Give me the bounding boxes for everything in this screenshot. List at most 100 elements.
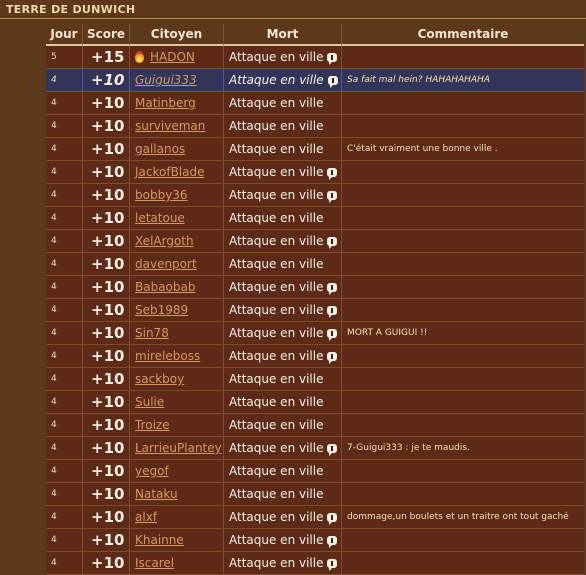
header-commentaire: Commentaire: [341, 24, 584, 46]
score-cell: +10: [82, 184, 129, 207]
message-bubble-icon[interactable]: [327, 513, 338, 525]
message-bubble-icon[interactable]: [327, 536, 338, 548]
citizen-cell: davenport: [129, 253, 223, 276]
citizen-link[interactable]: surviveman: [135, 119, 205, 133]
day-cell: 4: [46, 391, 82, 414]
day-cell: 4: [46, 322, 82, 345]
message-bubble-icon[interactable]: [327, 76, 338, 88]
comment-cell: [341, 529, 584, 552]
score-cell: +10: [82, 483, 129, 506]
message-bubble-icon[interactable]: [327, 283, 338, 295]
table-row: 4 +10 LarrieuPlantey Attaque en ville 7-Guig…: [46, 437, 584, 460]
citizen-link[interactable]: JackofBlade: [135, 165, 205, 179]
message-bubble-icon[interactable]: [327, 329, 338, 341]
message-bubble-icon[interactable]: [327, 191, 338, 203]
citizen-cell: yegof: [129, 460, 223, 483]
citizen-cell: mireleboss: [129, 345, 223, 368]
death-cause: Attaque en ville: [229, 395, 324, 409]
citizen-link[interactable]: Guigui333: [135, 73, 197, 87]
citizen-link[interactable]: gallanos: [135, 142, 185, 156]
citizen-link[interactable]: mireleboss: [135, 349, 200, 363]
death-cause: Attaque en ville: [229, 510, 324, 524]
citizen-link[interactable]: davenport: [135, 257, 197, 271]
table-row: 4 +10 Troize Attaque en ville: [46, 414, 584, 437]
score-cell: +10: [82, 368, 129, 391]
day-cell: 4: [46, 92, 82, 115]
title-bar: TERRE DE DUNWICH: [0, 0, 586, 19]
day-cell: 4: [46, 138, 82, 161]
citizen-link[interactable]: Iscarel: [135, 556, 174, 570]
citizen-cell: Iscarel: [129, 552, 223, 575]
death-cause: Attaque en ville: [229, 119, 324, 133]
citizen-cell: Sulie: [129, 391, 223, 414]
death-cause: Attaque en ville: [229, 533, 324, 547]
message-bubble-icon[interactable]: [327, 53, 338, 65]
death-cell: Attaque en ville: [223, 368, 341, 391]
day-cell: 4: [46, 552, 82, 575]
citizen-link[interactable]: Sin78: [135, 326, 169, 340]
citizen-link[interactable]: Matinberg: [135, 96, 196, 110]
score-cell: +10: [82, 207, 129, 230]
citizen-link[interactable]: HADON: [150, 50, 195, 64]
citizen-link[interactable]: Sulie: [135, 395, 164, 409]
header-row: Jour Score Citoyen Mort Commentaire: [46, 24, 584, 46]
score-cell: +10: [82, 230, 129, 253]
table-row: 4 +10 Seb1989 Attaque en ville: [46, 299, 584, 322]
score-cell: +10: [82, 414, 129, 437]
comment-cell: [341, 230, 584, 253]
day-cell: 4: [46, 368, 82, 391]
day-cell: 4: [46, 253, 82, 276]
header-citoyen: Citoyen: [129, 24, 223, 46]
citizen-link[interactable]: Nataku: [135, 487, 178, 501]
citizen-link[interactable]: Troize: [135, 418, 170, 432]
citizen-cell: LarrieuPlantey: [129, 437, 223, 460]
citizen-cell: Matinberg: [129, 92, 223, 115]
score-cell: +10: [82, 92, 129, 115]
death-cell: Attaque en ville: [223, 345, 341, 368]
death-cause: Attaque en ville: [229, 96, 324, 110]
citizen-cell: Guigui333: [129, 69, 223, 92]
day-cell: 4: [46, 345, 82, 368]
message-bubble-icon[interactable]: [327, 559, 338, 571]
table-row: 4 +10 letatoue Attaque en ville: [46, 207, 584, 230]
table-row: 4 +10 Matinberg Attaque en ville: [46, 92, 584, 115]
citizen-link[interactable]: alxf: [135, 510, 157, 524]
death-cause: Attaque en ville: [229, 257, 324, 271]
score-cell: +10: [82, 299, 129, 322]
comment-cell: [341, 92, 584, 115]
citizen-link[interactable]: XelArgoth: [135, 234, 194, 248]
citizen-link[interactable]: bobby36: [135, 188, 188, 202]
citizen-link[interactable]: sackboy: [135, 372, 184, 386]
message-bubble-icon[interactable]: [327, 306, 338, 318]
comment-cell: [341, 391, 584, 414]
death-cause: Attaque en ville: [229, 234, 324, 248]
day-cell: 4: [46, 529, 82, 552]
day-cell: 4: [46, 299, 82, 322]
citizen-link[interactable]: LarrieuPlantey: [135, 441, 222, 455]
citizen-link[interactable]: letatoue: [135, 211, 185, 225]
score-cell: +10: [82, 138, 129, 161]
citizen-cell: surviveman: [129, 115, 223, 138]
death-cause: Attaque en ville: [229, 441, 324, 455]
death-cell: Attaque en ville: [223, 483, 341, 506]
message-bubble-icon[interactable]: [327, 444, 338, 456]
table-row: 4 +10 Iscarel Attaque en ville: [46, 552, 584, 575]
message-bubble-icon[interactable]: [327, 352, 338, 364]
score-cell: +10: [82, 529, 129, 552]
header-mort: Mort: [223, 24, 341, 46]
death-cause: Attaque en ville: [229, 73, 324, 87]
flame-icon: [135, 51, 144, 63]
message-bubble-icon[interactable]: [327, 237, 338, 249]
death-cell: Attaque en ville: [223, 529, 341, 552]
score-cell: +15: [82, 46, 129, 69]
message-bubble-icon[interactable]: [327, 168, 338, 180]
citizen-cell: Babaobab: [129, 276, 223, 299]
citizen-link[interactable]: Seb1989: [135, 303, 188, 317]
citizen-link[interactable]: Babaobab: [135, 280, 196, 294]
death-cell: Attaque en ville: [223, 552, 341, 575]
citizen-link[interactable]: yegof: [135, 464, 169, 478]
death-cell: Attaque en ville: [223, 437, 341, 460]
death-cause: Attaque en ville: [229, 487, 324, 501]
citizen-link[interactable]: Khainne: [135, 533, 184, 547]
score-cell: +10: [82, 253, 129, 276]
